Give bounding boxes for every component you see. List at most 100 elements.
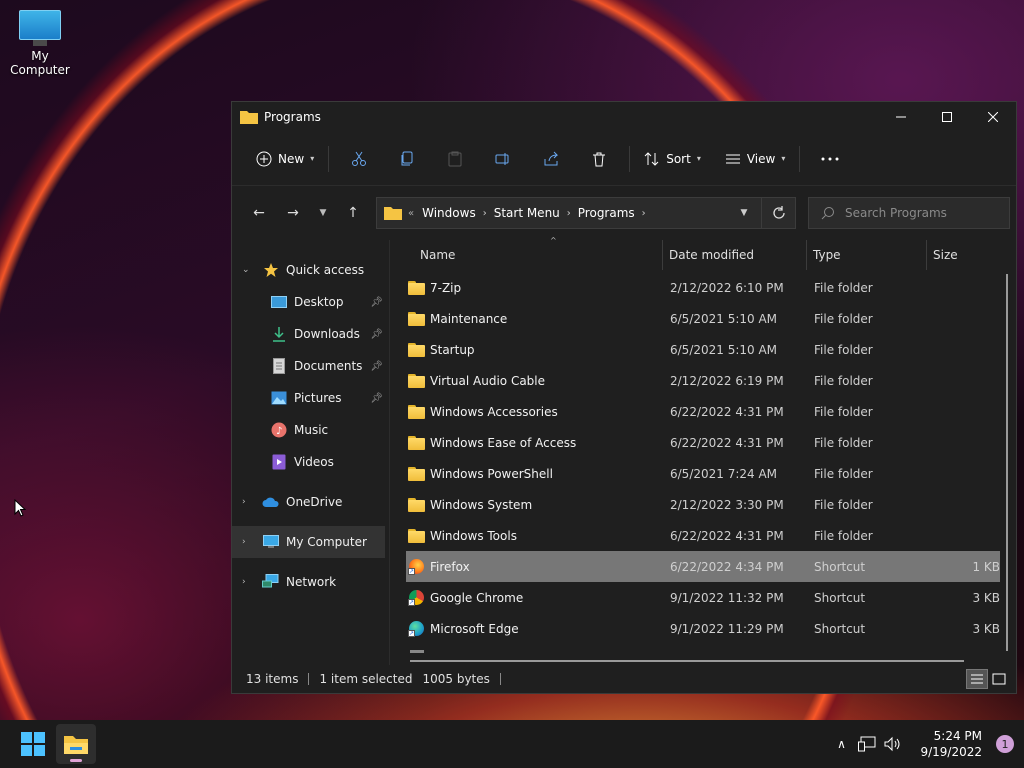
file-row[interactable]: Windows Accessories 6/22/2022 4:31 PM Fi… bbox=[406, 396, 1000, 427]
chevron-right-icon[interactable]: › bbox=[242, 497, 246, 507]
arrow-left-icon: ← bbox=[253, 205, 265, 221]
close-button[interactable] bbox=[970, 102, 1016, 132]
file-row[interactable]: Maintenance 6/5/2021 5:10 AM File folder bbox=[406, 303, 1000, 334]
file-row[interactable]: Windows Ease of Access 6/22/2022 4:31 PM… bbox=[406, 427, 1000, 458]
minimize-button[interactable] bbox=[878, 102, 924, 132]
file-row[interactable]: 7-Zip 2/12/2022 6:10 PM File folder bbox=[406, 272, 1000, 303]
chevron-right-icon[interactable]: › bbox=[642, 208, 646, 219]
breadcrumb-start-menu[interactable]: Start Menu bbox=[494, 206, 560, 220]
status-bar: 13 items 1 item selected 1005 bytes bbox=[232, 665, 1016, 693]
arrow-up-icon: ↑ bbox=[347, 205, 359, 221]
sidebar-item-videos[interactable]: Videos bbox=[232, 446, 389, 478]
folder-icon bbox=[408, 404, 426, 419]
address-history-dropdown[interactable]: ▼ bbox=[727, 208, 761, 218]
taskbar-file-explorer[interactable] bbox=[56, 724, 96, 764]
clock[interactable]: 5:24 PM 9/19/2022 bbox=[920, 728, 982, 760]
command-bar: New ▾ Sort ▾ View ▾ bbox=[232, 132, 1016, 186]
notification-badge[interactable]: 1 bbox=[996, 735, 1014, 753]
network-status-button[interactable] bbox=[854, 736, 880, 752]
file-row[interactable]: Startup 6/5/2021 5:10 AM File folder bbox=[406, 334, 1000, 365]
forward-button[interactable]: → bbox=[276, 197, 310, 229]
star-icon bbox=[262, 262, 280, 278]
back-button[interactable]: ← bbox=[242, 197, 276, 229]
folder-icon bbox=[408, 373, 426, 388]
column-header-size[interactable]: Size bbox=[926, 240, 998, 270]
refresh-button[interactable] bbox=[761, 198, 795, 228]
maximize-button[interactable] bbox=[924, 102, 970, 132]
column-header-type[interactable]: Type bbox=[806, 240, 926, 270]
file-row[interactable]: Windows PowerShell 6/5/2021 7:24 AM File… bbox=[406, 458, 1000, 489]
sidebar-item-documents[interactable]: Documents 📌︎ bbox=[232, 350, 389, 382]
pin-icon[interactable]: 📌︎ bbox=[370, 297, 383, 308]
show-hidden-icons-button[interactable]: ∧ bbox=[828, 737, 854, 751]
folder-icon bbox=[64, 736, 88, 754]
share-button[interactable] bbox=[527, 142, 575, 176]
file-row[interactable]: ↗ Google Chrome 9/1/2022 11:32 PM Shortcu… bbox=[406, 582, 1000, 613]
more-options-button[interactable] bbox=[806, 142, 854, 176]
item-count: 13 items bbox=[246, 672, 299, 686]
title-bar[interactable]: Programs bbox=[232, 102, 1016, 132]
address-bar[interactable]: « Windows › Start Menu › Programs › ▼ bbox=[376, 197, 796, 229]
folder-icon bbox=[240, 111, 258, 124]
file-row[interactable]: Windows System 2/12/2022 3:30 PM File fo… bbox=[406, 489, 1000, 520]
sidebar-item-music[interactable]: ♪ Music bbox=[232, 414, 389, 446]
sidebar-item-desktop[interactable]: Desktop 📌︎ bbox=[232, 286, 389, 318]
chevron-right-icon[interactable]: › bbox=[242, 537, 246, 547]
cut-button[interactable] bbox=[335, 142, 383, 176]
breadcrumb-overflow-icon[interactable]: « bbox=[408, 208, 414, 219]
vertical-scrollbar[interactable] bbox=[1006, 274, 1008, 651]
sidebar-item-my-computer[interactable]: › My Computer bbox=[232, 526, 385, 558]
file-row-selected[interactable]: ↗ Firefox 6/22/2022 4:34 PM Shortcut 1 KB bbox=[406, 551, 1000, 582]
chevron-down-icon[interactable]: ⌄ bbox=[242, 265, 250, 275]
start-button[interactable] bbox=[13, 726, 53, 762]
sort-icon bbox=[644, 151, 659, 166]
desktop-icon-my-computer[interactable]: My Computer bbox=[2, 10, 78, 77]
tiles-view-icon bbox=[992, 673, 1006, 685]
sidebar-item-network[interactable]: › Network bbox=[232, 566, 389, 598]
details-view-icon bbox=[971, 674, 983, 684]
paste-button[interactable] bbox=[431, 142, 479, 176]
cloud-icon bbox=[262, 494, 280, 510]
chevron-right-icon[interactable]: › bbox=[483, 208, 487, 219]
file-row[interactable]: Virtual Audio Cable 2/12/2022 6:19 PM Fi… bbox=[406, 365, 1000, 396]
chevron-right-icon[interactable]: › bbox=[242, 577, 246, 587]
delete-button[interactable] bbox=[575, 142, 623, 176]
pin-icon[interactable]: 📌︎ bbox=[370, 361, 383, 372]
breadcrumb-programs[interactable]: Programs bbox=[578, 206, 635, 220]
view-button[interactable]: View ▾ bbox=[717, 142, 794, 176]
pin-icon[interactable]: 📌︎ bbox=[370, 393, 383, 404]
chevron-right-icon[interactable]: › bbox=[567, 208, 571, 219]
clock-date: 9/19/2022 bbox=[920, 745, 982, 759]
column-header-date-modified[interactable]: Date modified bbox=[662, 240, 806, 270]
breadcrumb-windows[interactable]: Windows bbox=[422, 206, 476, 220]
sidebar-item-quick-access[interactable]: ⌄ Quick access bbox=[232, 254, 389, 286]
file-row[interactable]: ↗ Microsoft Edge 9/1/2022 11:29 PM Shortc… bbox=[406, 613, 1000, 644]
pin-icon[interactable]: 📌︎ bbox=[370, 329, 383, 340]
copy-button[interactable] bbox=[383, 142, 431, 176]
recent-locations-button[interactable]: ▼ bbox=[310, 197, 336, 229]
download-icon bbox=[270, 326, 288, 342]
up-button[interactable]: ↑ bbox=[336, 197, 370, 229]
sidebar-item-pictures[interactable]: Pictures 📌︎ bbox=[232, 382, 389, 414]
trash-icon bbox=[593, 152, 606, 166]
details-view-button[interactable] bbox=[966, 669, 988, 689]
view-list-icon bbox=[725, 154, 740, 163]
taskbar: ∧ 5:24 PM 9/19/2022 1 bbox=[0, 720, 1024, 768]
tiles-view-button[interactable] bbox=[988, 669, 1010, 689]
active-indicator bbox=[70, 759, 82, 762]
refresh-icon bbox=[772, 206, 785, 219]
folder-icon bbox=[408, 528, 426, 543]
navigation-pane: ⌄ Quick access Desktop 📌︎ Downloads 📌︎ D… bbox=[232, 240, 390, 665]
sort-button[interactable]: Sort ▾ bbox=[636, 142, 709, 176]
music-icon: ♪ bbox=[270, 422, 288, 438]
sidebar-item-onedrive[interactable]: › OneDrive bbox=[232, 486, 389, 518]
rename-button[interactable] bbox=[479, 142, 527, 176]
sidebar-item-downloads[interactable]: Downloads 📌︎ bbox=[232, 318, 389, 350]
new-button[interactable]: New ▾ bbox=[248, 142, 322, 176]
column-header-name[interactable]: Name bbox=[406, 240, 662, 270]
search-box[interactable]: Search Programs bbox=[808, 197, 1010, 229]
volume-button[interactable] bbox=[880, 736, 906, 752]
horizontal-scrollbar[interactable] bbox=[410, 660, 964, 662]
selection-size: 1005 bytes bbox=[422, 672, 490, 686]
file-row[interactable]: Windows Tools 6/22/2022 4:31 PM File fol… bbox=[406, 520, 1000, 551]
